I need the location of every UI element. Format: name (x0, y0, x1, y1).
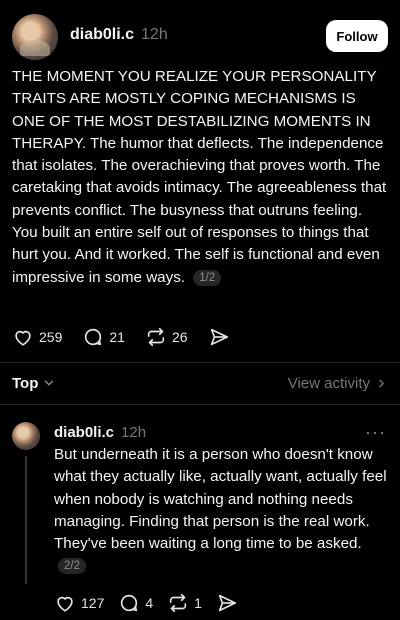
post-header: diab0li.c 12h (70, 26, 168, 44)
view-activity-link[interactable]: View activity (288, 375, 388, 392)
view-activity-label: View activity (287, 374, 370, 392)
sort-label: Top (12, 374, 39, 392)
post-time: 12h (141, 26, 168, 43)
post-text: THE MOMENT YOU REALIZE YOUR PERSONALITY … (12, 66, 388, 289)
repost-icon (147, 327, 165, 347)
reply-repost-button[interactable]: 1 (167, 592, 202, 614)
reply-like-button[interactable]: 127 (54, 592, 104, 614)
chevron-right-icon (379, 379, 384, 387)
post-body: THE MOMENT YOU REALIZE YOUR PERSONALITY … (12, 68, 387, 286)
repost-button[interactable]: 26 (145, 326, 188, 348)
share-button[interactable] (208, 326, 230, 348)
chevron-down-icon (45, 380, 54, 386)
reply-text: But underneath it is a person who doesn'… (54, 444, 388, 578)
page-indicator: 2/2 (58, 558, 86, 575)
sort-bar: Top View activity (0, 363, 400, 403)
sort-dropdown[interactable]: Top (12, 375, 56, 392)
main-post: diab0li.c 12h Follow THE MOMENT YOU REAL… (0, 0, 400, 360)
reply-comment-button[interactable]: 4 (118, 592, 153, 614)
heart-icon (57, 596, 73, 612)
reply-repost-count: 1 (194, 595, 202, 611)
comment-count: 21 (109, 329, 125, 345)
like-button[interactable]: 259 (12, 326, 62, 348)
reply-comment-count: 4 (145, 595, 154, 611)
reply-like-count: 127 (81, 595, 105, 611)
reply-avatar[interactable] (12, 422, 40, 450)
repost-icon (169, 593, 187, 613)
reply-share-button[interactable] (216, 592, 238, 614)
share-icon (210, 328, 228, 346)
avatar[interactable] (12, 14, 58, 60)
divider (0, 404, 400, 405)
follow-button[interactable]: Follow (326, 20, 388, 52)
share-icon (218, 594, 237, 612)
like-count: 259 (39, 329, 63, 345)
comment-icon (85, 328, 102, 346)
comment-icon (121, 594, 138, 612)
reply-time: 12h (121, 424, 147, 441)
reply-body: But underneath it is a person who doesn'… (54, 446, 387, 553)
username[interactable]: diab0li.c (70, 26, 134, 44)
page-indicator: 1/2 (193, 269, 222, 286)
post-actions: 259 21 26 (12, 326, 250, 348)
reply-username[interactable]: diab0li.c (54, 424, 114, 441)
reply-header: diab0li.c 12h (54, 424, 146, 441)
reply-actions: 127 4 1 (54, 592, 252, 614)
heart-icon (15, 330, 31, 346)
repost-count: 26 (171, 329, 188, 345)
thread-line (25, 456, 27, 584)
comment-button[interactable]: 21 (82, 326, 125, 348)
more-icon[interactable]: ··· (365, 422, 386, 443)
